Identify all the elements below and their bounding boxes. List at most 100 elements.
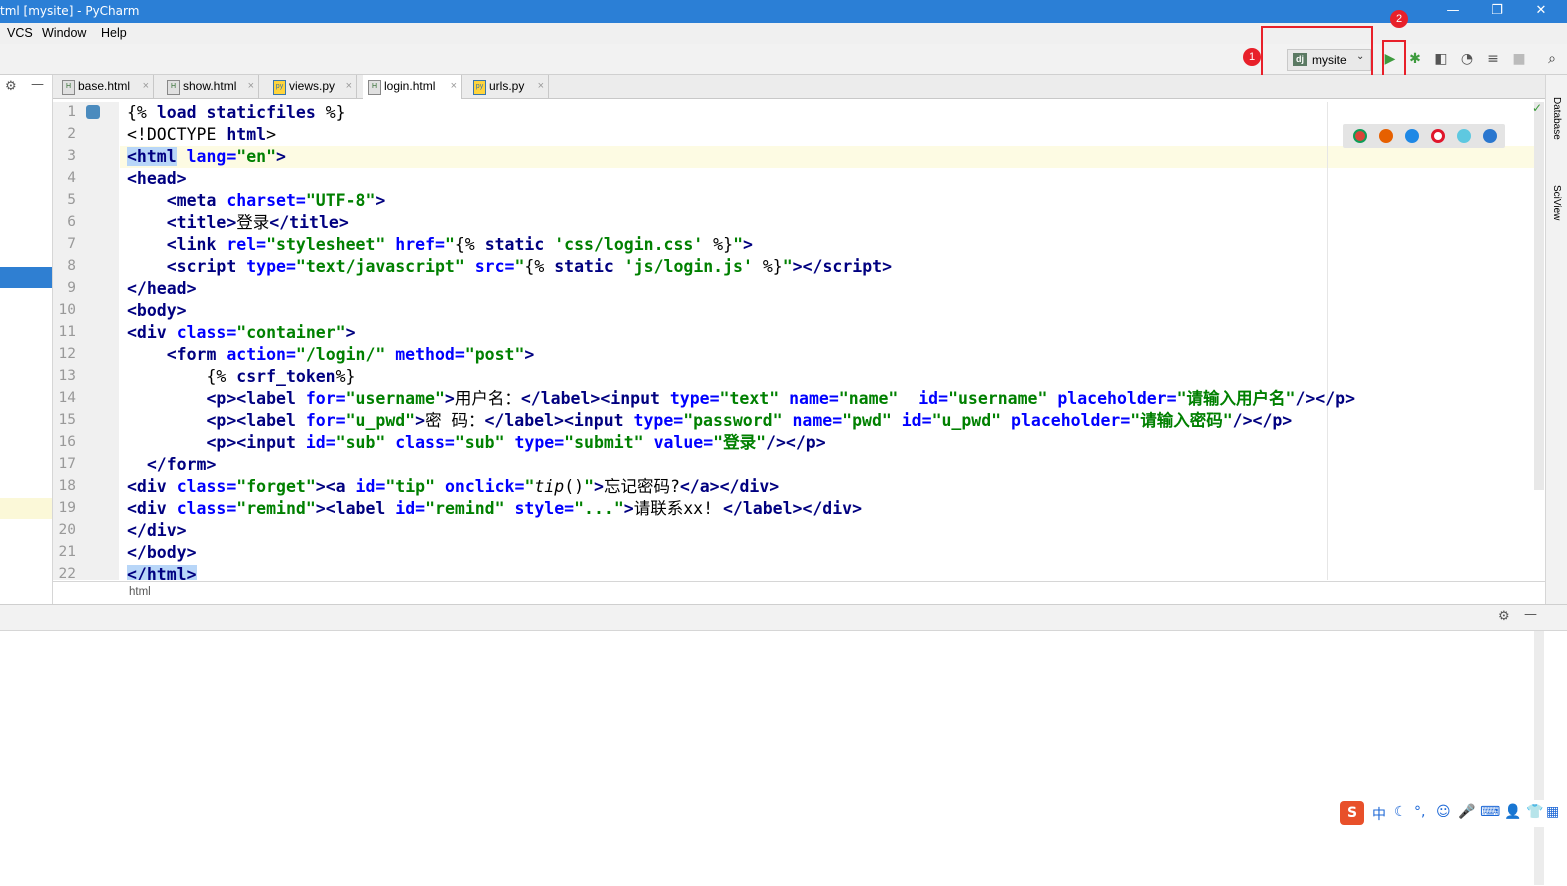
python-file-icon: py — [273, 80, 286, 95]
restore-button[interactable]: ❐ — [1474, 0, 1520, 23]
hide-panel-icon[interactable]: — — [1524, 607, 1537, 622]
menu-window[interactable]: Window — [42, 26, 86, 40]
close-tab-icon[interactable]: × — [346, 75, 352, 97]
database-tool-tab[interactable]: Database — [1551, 97, 1562, 140]
line-number: 17 — [58, 456, 76, 472]
punctuation-icon[interactable]: °, — [1414, 804, 1425, 820]
breadcrumb: html — [53, 581, 1545, 604]
minimize-button[interactable]: — — [1430, 0, 1476, 23]
line-number: 19 — [58, 500, 76, 516]
gear-icon[interactable]: ⚙ — [1498, 609, 1510, 624]
code-line-15: <p><label for="u_pwd">密 码：</label><input… — [206, 411, 1293, 430]
annotation-badge-1: 1 — [1243, 48, 1261, 66]
code-line-17: </form> — [146, 455, 217, 474]
hide-panel-icon[interactable]: — — [31, 77, 44, 92]
ime-toolbar: S 中 ☾ °, ☺ 🎤 ⌨ 👤 👕 ▦ — [1338, 800, 1567, 827]
ie-icon[interactable] — [1457, 129, 1471, 143]
code-line-21: </body> — [127, 543, 197, 562]
html-file-icon: H — [167, 80, 180, 95]
close-tab-icon[interactable]: × — [143, 75, 149, 97]
line-number: 13 — [58, 368, 76, 384]
close-tab-icon[interactable]: × — [248, 75, 254, 97]
html-file-icon: H — [368, 80, 381, 95]
line-number: 14 — [58, 390, 76, 406]
code-line-22: </html> — [127, 564, 197, 580]
code-line-14: <p><label for="username">用户名：</label><in… — [206, 389, 1356, 408]
sogou-logo-icon[interactable]: S — [1340, 801, 1364, 825]
tab-label: login.html — [384, 79, 436, 93]
user-icon[interactable]: 👤 — [1504, 804, 1521, 820]
menu-help[interactable]: Help — [101, 26, 127, 40]
tab-urls-py[interactable]: py urls.py × — [468, 75, 549, 98]
search-icon[interactable]: ⌕ — [1543, 50, 1561, 68]
code-line-3: <html lang="en"> — [127, 147, 286, 166]
right-margin-guide — [1327, 102, 1328, 580]
tab-base-html[interactable]: H base.html × — [57, 75, 154, 98]
menu-vcs[interactable]: VCS — [7, 26, 33, 40]
line-number: 4 — [67, 170, 76, 186]
line-number: 20 — [58, 522, 76, 538]
tab-label: show.html — [183, 79, 237, 93]
opera-icon[interactable] — [1431, 129, 1445, 143]
breadcrumb-item[interactable]: html — [129, 586, 151, 598]
editor-scrollbar[interactable] — [1534, 102, 1544, 490]
grid-menu-icon[interactable]: ▦ — [1546, 804, 1559, 820]
coverage-icon[interactable]: ◧ — [1432, 50, 1450, 68]
sciview-tool-tab[interactable]: SciView — [1551, 185, 1562, 220]
tab-show-html[interactable]: H show.html × — [162, 75, 259, 98]
skin-icon[interactable]: 👕 — [1526, 804, 1543, 820]
gear-icon[interactable]: ⚙ — [5, 79, 17, 94]
code-line-9: </head> — [127, 279, 197, 298]
moon-icon[interactable]: ☾ — [1394, 804, 1407, 820]
chrome-icon[interactable] — [1353, 129, 1367, 143]
bottom-scrollbar[interactable] — [1534, 631, 1544, 885]
close-tab-icon[interactable]: × — [538, 75, 544, 97]
current-line-highlight — [120, 146, 1535, 168]
code-line-10: <body> — [127, 301, 187, 320]
code-line-6: <title>登录</title> — [166, 213, 349, 232]
bottom-tool-window — [0, 604, 1567, 886]
line-number: 10 — [58, 302, 76, 318]
python-file-icon: py — [473, 80, 486, 95]
line-number: 7 — [67, 236, 76, 252]
ime-language-indicator[interactable]: 中 — [1372, 804, 1386, 824]
code-line-19: <div class="remind"><label id="remind" s… — [127, 499, 863, 518]
firefox-icon[interactable] — [1379, 129, 1393, 143]
bottom-panel-header: ⚙ — — [0, 605, 1567, 631]
line-number: 6 — [67, 214, 76, 230]
tab-views-py[interactable]: py views.py × — [268, 75, 357, 98]
window-title: tml [mysite] - PyCharm — [0, 4, 140, 18]
safari-icon[interactable] — [1405, 129, 1419, 143]
line-number: 22 — [58, 566, 76, 580]
close-window-button[interactable]: ✕ — [1518, 0, 1564, 23]
close-tab-icon[interactable]: × — [451, 75, 457, 97]
code-line-12: <form action="/login/" method="post"> — [166, 345, 535, 364]
edge-icon[interactable] — [1483, 129, 1497, 143]
code-line-4: <head> — [127, 169, 187, 188]
line-number: 18 — [58, 478, 76, 494]
stop-icon[interactable]: ■ — [1510, 50, 1528, 68]
line-number: 8 — [67, 258, 76, 274]
inspection-ok-icon: ✓ — [1532, 101, 1543, 115]
code-line-1: {% load staticfiles %} — [127, 103, 346, 122]
project-selected-row[interactable] — [0, 267, 52, 288]
code-line-8: <script type="text/javascript" src="{% s… — [166, 257, 893, 276]
profile-icon[interactable]: ◔ — [1458, 50, 1476, 68]
python-console-icon — [86, 105, 100, 119]
debug-icon[interactable]: ✱ — [1406, 50, 1424, 68]
line-number: 5 — [67, 192, 76, 208]
line-number: 9 — [67, 280, 76, 296]
microphone-icon[interactable]: 🎤 — [1458, 804, 1475, 820]
keyboard-icon[interactable]: ⌨ — [1480, 804, 1500, 820]
concurrency-icon[interactable]: ≡ — [1484, 50, 1502, 68]
code-line-11: <div class="container"> — [127, 323, 356, 342]
line-number: 2 — [67, 126, 76, 142]
project-highlight-row — [0, 498, 52, 519]
title-bar: tml [mysite] - PyCharm — ❐ ✕ — [0, 0, 1567, 23]
emoji-icon[interactable]: ☺ — [1436, 804, 1451, 820]
tab-label: base.html — [78, 79, 131, 93]
tab-label: urls.py — [489, 79, 525, 93]
line-number: 11 — [58, 324, 76, 340]
line-number: 1 — [67, 104, 76, 120]
tab-login-html[interactable]: H login.html × — [363, 75, 462, 99]
